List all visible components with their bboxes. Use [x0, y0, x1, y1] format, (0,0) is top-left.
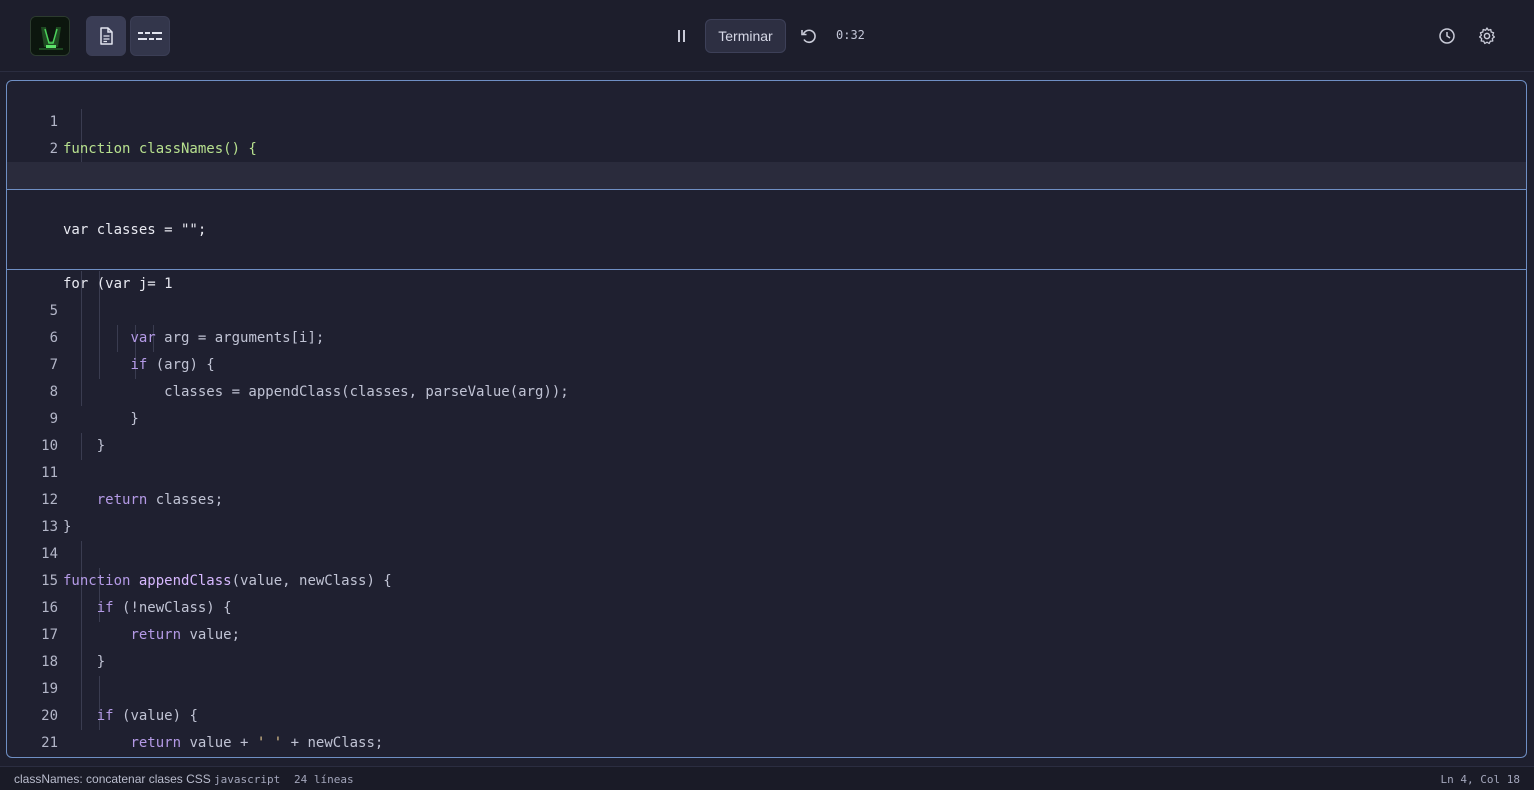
pause-icon [678, 30, 685, 42]
suggestion-line: for (var j= 1 [7, 244, 1526, 292]
clock-icon [1439, 28, 1455, 44]
dashes-icon [138, 32, 162, 40]
document-icon [100, 27, 113, 45]
history-button[interactable] [1437, 26, 1457, 46]
code-text: } [63, 757, 105, 758]
split-view-button[interactable] [130, 16, 170, 56]
code-line: 16 return value; [7, 568, 1526, 643]
inline-suggestion[interactable]: var classes = ""; for (var j= 1 [7, 189, 1526, 292]
line-count: 24 líneas [294, 773, 354, 786]
code-line: 20 return value + ' ' + newClass; [7, 676, 1526, 751]
code-line: 3 [7, 136, 1526, 184]
restart-icon [801, 29, 816, 44]
code-line: 18 [7, 622, 1526, 670]
document-button[interactable] [86, 16, 126, 56]
code-line: 11 return classes; [7, 433, 1526, 508]
code-line: 10 [7, 406, 1526, 454]
settings-button[interactable] [1477, 26, 1497, 46]
top-toolbar: Terminar 0:32 [0, 0, 1534, 72]
suggestion-text: var classes = ""; [63, 222, 207, 238]
code-line: 1 function classNames() { [7, 82, 1526, 157]
gear-icon [1478, 27, 1496, 45]
line-number: 22 [18, 757, 58, 758]
pause-button[interactable] [672, 26, 692, 46]
code-line: 22 [7, 730, 1526, 757]
status-bar: classNames: concatenar clases CSS javasc… [0, 766, 1534, 790]
code-line: 12 } [7, 460, 1526, 535]
terminal-logo-icon [30, 16, 70, 56]
code-line: 17 } [7, 595, 1526, 670]
code-line: 8 } [7, 352, 1526, 427]
code-editor[interactable]: 1 function classNames() { 2 var classes … [6, 80, 1527, 758]
code-line: 15 if (!newClass) { [7, 541, 1526, 616]
cursor-position: Ln 4, Col 18 [1440, 773, 1520, 786]
code-line: 9 } [7, 379, 1526, 454]
code-line: 2 var classes = ''; [7, 109, 1526, 184]
finish-button[interactable]: Terminar [705, 19, 786, 53]
code-line: 6 if (arg) { [7, 298, 1526, 373]
suggestion-line: var classes = ""; [7, 190, 1526, 238]
code-line: 7 classes = appendClass(classes, parseVa… [7, 325, 1526, 400]
code-line: 14 function appendClass(value, newClass)… [7, 514, 1526, 589]
timer: 0:32 [836, 28, 865, 42]
code-line: 21 } [7, 703, 1526, 751]
code-line: 19 if (value) { [7, 649, 1526, 724]
exercise-title: classNames: concatenar clases CSS [14, 772, 211, 786]
code-line: 13 [7, 487, 1526, 535]
current-code-line: 4 for (var i = 0; i < arguments.length; … [7, 162, 1526, 237]
code-line: 5 var arg = arguments[i]; [7, 271, 1526, 346]
language-label: javascript [214, 773, 281, 786]
restart-button[interactable] [799, 26, 819, 46]
